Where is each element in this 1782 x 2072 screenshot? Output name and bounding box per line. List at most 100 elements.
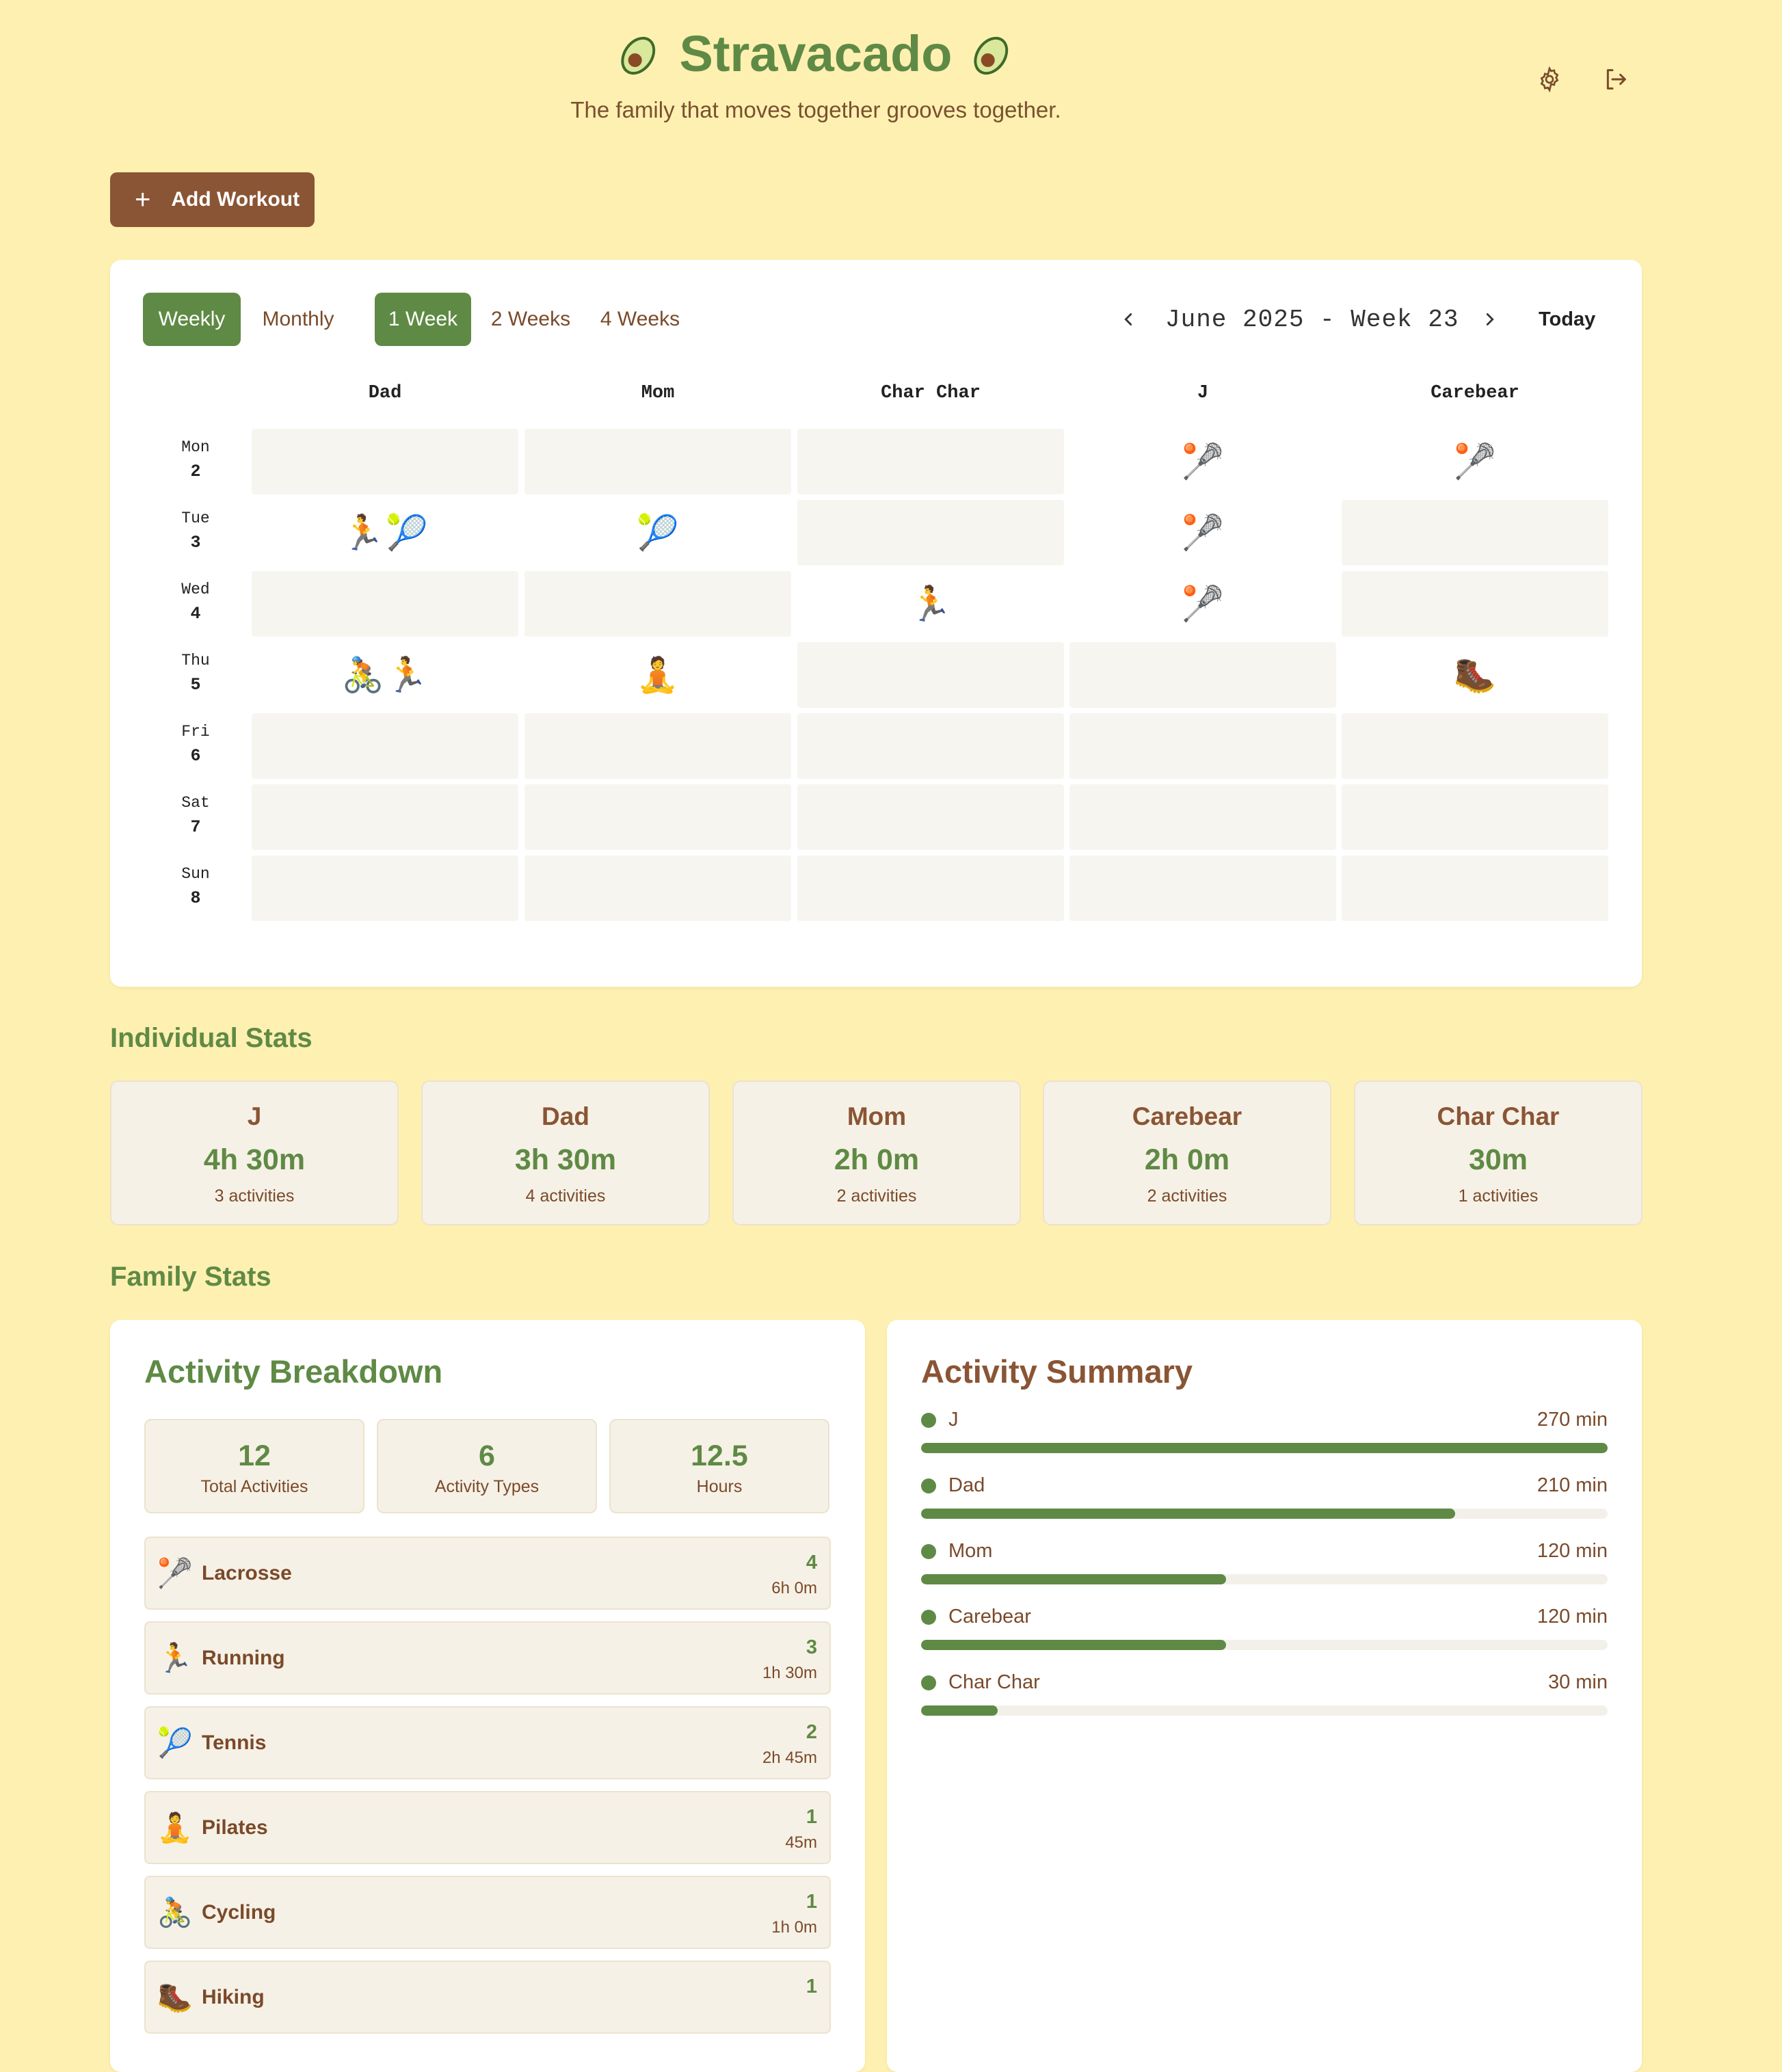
summary-bar-track [921,1640,1608,1650]
logout-icon[interactable] [1602,66,1630,93]
calendar-cell[interactable] [524,429,791,494]
activity-row[interactable]: 🧘 Pilates 1 45m [144,1791,831,1864]
calendar-cell[interactable]: 🏃 🎾 [252,500,518,566]
add-workout-button[interactable]: + Add Workout [110,172,315,227]
activity-duration: 1h 0m [771,1918,817,1937]
member-name: Carebear [1132,1102,1242,1130]
calendar-cell[interactable] [1342,571,1608,637]
calendar-cell[interactable]: 🧘 [524,642,791,708]
tennis-icon[interactable]: 🎾 [386,514,428,552]
running-icon[interactable]: 🏃 [386,656,428,694]
activity-name: Cycling [202,1901,276,1924]
activity-row[interactable]: 🥾 Hiking 1 [144,1961,831,2034]
app-title: Stravacado [615,25,1017,83]
lacrosse-icon[interactable]: 🥍 [1182,514,1224,552]
activity-summary-title: Activity Summary [921,1353,1193,1390]
today-button[interactable]: Today [1539,293,1595,346]
pilates-icon[interactable]: 🧘 [637,656,679,694]
lacrosse-icon[interactable]: 🥍 [1454,442,1496,481]
calendar-cell[interactable] [797,429,1064,494]
next-period-button[interactable] [1480,293,1500,346]
calendar-cell[interactable]: 🥍 [1069,429,1336,494]
tab-monthly[interactable]: Monthly [247,293,349,346]
calendar-cell[interactable] [797,784,1064,850]
range-1-week[interactable]: 1 Week [375,293,471,346]
calendar-cell[interactable] [252,713,518,779]
calendar-cell[interactable]: 🥍 [1069,571,1336,637]
hiking-icon[interactable]: 🥾 [1454,656,1496,694]
calendar-cell[interactable]: 🥾 [1342,642,1608,708]
calendar-cell[interactable] [797,855,1064,921]
member-activity-count: 3 activities [214,1186,295,1206]
calendar-cell[interactable] [797,500,1064,566]
activity-row[interactable]: 🏃 Running 3 1h 30m [144,1621,831,1695]
member-stat-card[interactable]: J 4h 30m 3 activities [110,1080,399,1225]
member-activity-count: 2 activities [836,1186,917,1206]
activity-row[interactable]: 🎾 Tennis 2 2h 45m [144,1706,831,1779]
summary-row: J 270 min [921,1407,1608,1455]
day-label: Sun 8 [165,865,226,908]
calendar-cell[interactable] [1069,784,1336,850]
summary-row: Char Char 30 min [921,1670,1608,1718]
column-header-member: Mom [641,383,675,403]
calendar-cell[interactable] [1342,784,1608,850]
member-stat-card[interactable]: Dad 3h 30m 4 activities [421,1080,710,1225]
total-stat-label: Hours [696,1477,743,1496]
calendar-cell[interactable]: 🥍 [1342,429,1608,494]
prev-period-button[interactable] [1118,293,1139,346]
activity-row[interactable]: 🥍 Lacrosse 4 6h 0m [144,1537,831,1610]
calendar-cell[interactable]: 🎾 [524,500,791,566]
calendar-cell[interactable] [1342,855,1608,921]
range-4-weeks[interactable]: 4 Weeks [589,293,691,346]
calendar-cell[interactable] [524,713,791,779]
day-name: Mon [181,438,210,456]
day-date: 2 [190,462,201,481]
activity-count: 1 [806,1806,817,1828]
calendar-cell[interactable] [524,784,791,850]
calendar-cell[interactable] [252,571,518,637]
calendar-cell[interactable] [1342,500,1608,566]
calendar-cell[interactable] [252,429,518,494]
activity-name: Hiking [202,1986,265,2008]
calendar-cell[interactable] [1069,855,1336,921]
settings-gear-icon[interactable] [1536,66,1563,93]
calendar-cell[interactable] [1069,642,1336,708]
running-icon[interactable]: 🏃 [909,585,952,623]
chevron-left-icon [1124,313,1132,326]
total-stat-box: 12.5 Hours [609,1419,829,1513]
member-stat-card[interactable]: Char Char 30m 1 activities [1354,1080,1643,1225]
calendar-cell[interactable]: 🥍 [1069,500,1336,566]
calendar-cell[interactable]: 🚴 🏃 [252,642,518,708]
member-stat-card[interactable]: Carebear 2h 0m 2 activities [1043,1080,1331,1225]
calendar-cell[interactable] [1069,713,1336,779]
tennis-icon[interactable]: 🎾 [637,514,679,552]
summary-member-name: Carebear [948,1606,1031,1628]
avocado-icon [974,36,1009,75]
member-stat-card[interactable]: Mom 2h 0m 2 activities [732,1080,1021,1225]
calendar-cell[interactable] [1342,713,1608,779]
running-icon[interactable]: 🏃 [342,514,384,552]
avocado-icon [620,36,655,75]
calendar-cell[interactable] [524,855,791,921]
tab-weekly[interactable]: Weekly [143,293,241,346]
member-dot-icon [921,1610,936,1625]
calendar-cell[interactable]: 🏃 [797,571,1064,637]
hiking-icon: 🥾 [157,1980,194,2013]
range-2-weeks[interactable]: 2 Weeks [479,293,582,346]
calendar-cell[interactable] [524,571,791,637]
total-stat-value: 6 [479,1439,495,1472]
activity-count: 1 [806,1891,817,1913]
activity-row[interactable]: 🚴 Cycling 1 1h 0m [144,1876,831,1949]
calendar-cell[interactable] [252,855,518,921]
period-label: June 2025 - Week 23 [1165,305,1459,334]
calendar-cell[interactable] [797,713,1064,779]
lacrosse-icon[interactable]: 🥍 [1182,585,1224,623]
lacrosse-icon[interactable]: 🥍 [1182,442,1224,481]
cycling-icon[interactable]: 🚴 [342,656,384,694]
calendar-cell[interactable] [797,642,1064,708]
member-time: 2h 0m [1144,1143,1230,1176]
activity-count: 1 [806,1976,817,1997]
activity-summary-card: Activity Summary J 270 min Dad 210 min Mom 12… [887,1320,1642,2072]
summary-bar-track [921,1509,1608,1519]
calendar-cell[interactable] [252,784,518,850]
